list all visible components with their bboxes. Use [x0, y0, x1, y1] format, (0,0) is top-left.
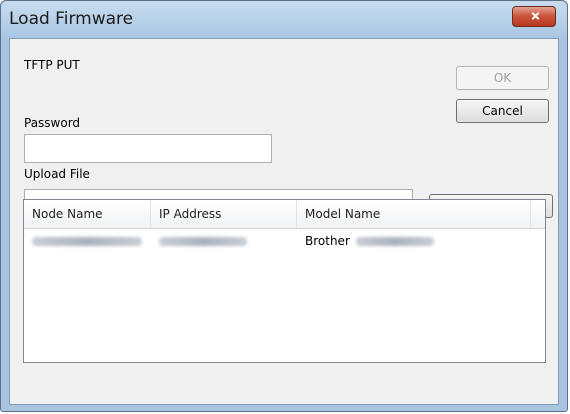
model-name-text: Brother — [305, 234, 350, 248]
title-bar[interactable]: Load Firmware — [1, 1, 567, 38]
redacted-model-suffix — [355, 237, 434, 246]
column-header-ip-address[interactable]: IP Address — [151, 200, 297, 228]
redacted-ip-address — [159, 237, 247, 246]
window-title: Load Firmware — [9, 9, 134, 29]
redacted-node-name — [32, 237, 142, 246]
close-button[interactable] — [512, 6, 556, 27]
column-header-node-name[interactable]: Node Name — [24, 200, 151, 228]
cancel-button[interactable]: Cancel — [456, 99, 549, 123]
model-name-cell: Brother — [297, 229, 531, 254]
load-firmware-dialog: Load Firmware TFTP PUT Password Upload F… — [0, 0, 568, 412]
column-header-model-name[interactable]: Model Name — [297, 200, 531, 228]
list-item[interactable]: Brother — [24, 229, 545, 254]
list-header: Node Name IP Address Model Name — [24, 200, 545, 229]
password-label: Password — [24, 116, 81, 130]
device-list[interactable]: Node Name IP Address Model Name Brother — [23, 199, 546, 363]
node-name-cell — [24, 229, 151, 254]
upload-file-label: Upload File — [24, 167, 90, 181]
ip-address-cell — [151, 229, 297, 254]
ok-button[interactable]: OK — [456, 66, 549, 90]
mode-label: TFTP PUT — [24, 58, 80, 72]
password-field[interactable] — [24, 134, 272, 163]
